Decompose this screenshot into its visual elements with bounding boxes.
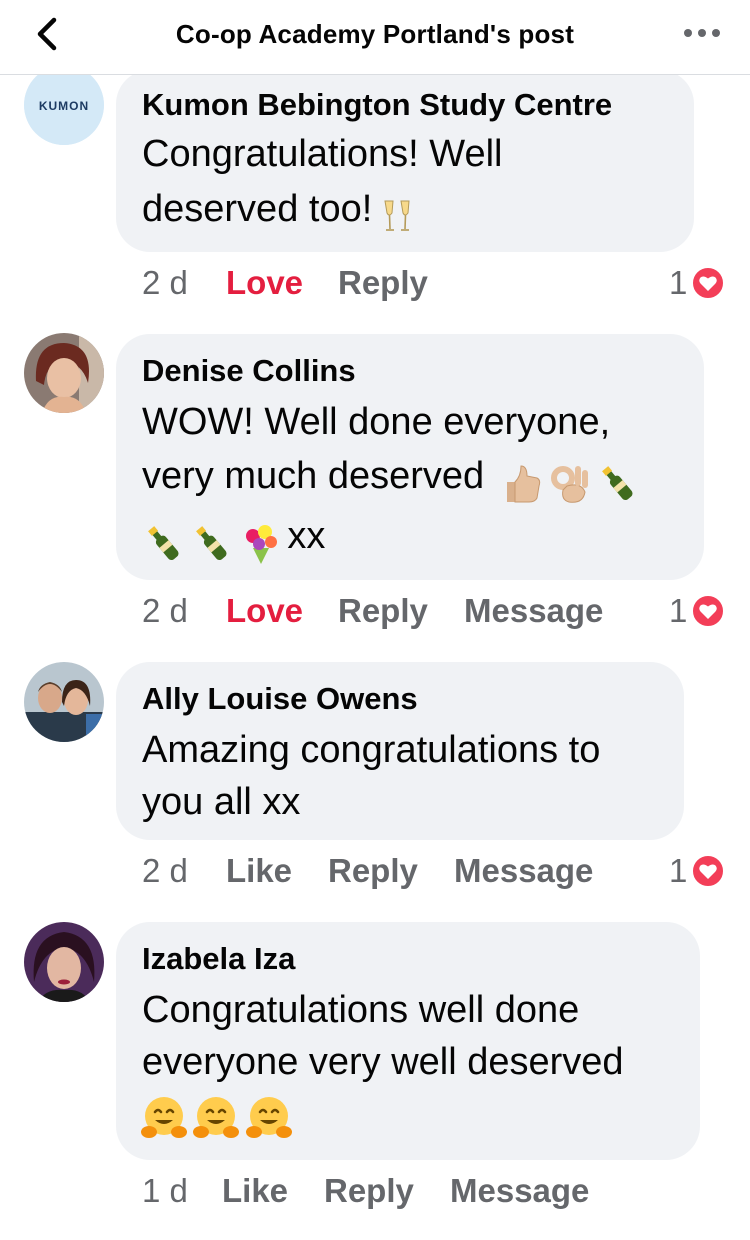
- love-button[interactable]: Love: [226, 264, 303, 302]
- comment-bubble: Denise Collins WOW! Well done everyone, …: [116, 334, 704, 580]
- reaction-count: 1: [669, 264, 688, 301]
- reply-button[interactable]: Reply: [338, 264, 428, 302]
- comment-text-line: you all xx: [142, 781, 301, 823]
- page-title: Co-op Academy Portland's post: [175, 19, 575, 49]
- more-options-icon[interactable]: [680, 18, 724, 48]
- comment-timestamp: 2 d: [142, 592, 188, 629]
- champagne-bottle-emoji-icon: [148, 525, 179, 560]
- kumon-logo-icon: KUMON: [24, 65, 104, 145]
- avatar[interactable]: [24, 922, 104, 1002]
- comment-actions: 2 d Love Reply Message 1: [142, 592, 742, 632]
- reaction-count: 1: [669, 852, 688, 889]
- champagne-glasses-emoji-icon: [384, 200, 410, 231]
- comment-author[interactable]: Ally Louise Owens: [142, 681, 418, 717]
- comment-text-row: [140, 1094, 293, 1142]
- comment-timestamp: 2 d: [142, 264, 188, 301]
- comment-actions: 1 d Like Reply Message: [142, 1172, 742, 1212]
- reply-button[interactable]: Reply: [338, 592, 428, 630]
- profile-photo-icon: [24, 333, 104, 413]
- comment-text-row: xx: [142, 514, 326, 564]
- hugging-face-emoji-icon: [245, 1097, 292, 1138]
- message-button[interactable]: Message: [450, 1172, 589, 1210]
- comment-actions: 2 d Like Reply Message 1: [142, 852, 742, 892]
- top-bar: Co-op Academy Portland's post: [0, 0, 750, 75]
- like-button[interactable]: Like: [222, 1172, 288, 1210]
- love-reaction-icon: [691, 594, 725, 628]
- comment-text-line: deserved too!: [142, 188, 373, 230]
- champagne-bottle-emoji-icon: [601, 465, 633, 500]
- reply-button[interactable]: Reply: [328, 852, 418, 890]
- ok-hand-emoji-icon: [551, 465, 589, 503]
- svg-text:KUMON: KUMON: [39, 99, 89, 113]
- profile-photo-icon: [24, 922, 104, 1002]
- love-reaction-icon: [691, 854, 725, 888]
- reaction-summary[interactable]: 1: [669, 852, 729, 892]
- comment-author[interactable]: Izabela Iza: [142, 941, 295, 977]
- love-reaction-icon: [691, 266, 725, 300]
- reaction-summary[interactable]: 1: [669, 264, 729, 304]
- comment-actions: 2 d Love Reply 1: [142, 264, 742, 304]
- avatar[interactable]: [24, 333, 104, 413]
- hugging-face-emoji-icon: [193, 1097, 240, 1138]
- avatar[interactable]: [24, 662, 104, 742]
- reaction-summary[interactable]: 1: [669, 592, 729, 632]
- comment-text-row: deserved too!: [142, 187, 417, 231]
- comment-timestamp: 1 d: [142, 1172, 188, 1209]
- comment-text-row: very much deserved: [142, 454, 640, 503]
- comment-text-line: Congratulations well done: [142, 989, 580, 1031]
- comment-text-line: Amazing congratulations to: [142, 729, 601, 771]
- comment-bubble: Izabela Iza Congratulations well done ev…: [116, 922, 700, 1160]
- thumbs-up-emoji-icon: [506, 465, 540, 503]
- reply-button[interactable]: Reply: [324, 1172, 414, 1210]
- message-button[interactable]: Message: [454, 852, 593, 890]
- like-button[interactable]: Like: [226, 852, 292, 890]
- comment-text-line: xx: [287, 515, 326, 557]
- comment-text-line: very much deserved: [142, 455, 485, 497]
- comment-timestamp: 2 d: [142, 852, 188, 889]
- champagne-bottle-emoji-icon: [196, 525, 227, 560]
- avatar[interactable]: KUMON: [24, 65, 104, 145]
- comment-bubble: Ally Louise Owens Amazing congratulation…: [116, 662, 684, 840]
- comment-bubble: Kumon Bebington Study Centre Congratulat…: [116, 70, 694, 252]
- comment-author[interactable]: Denise Collins: [142, 353, 356, 389]
- message-button[interactable]: Message: [464, 592, 603, 630]
- comment-text-line: everyone very well deserved: [142, 1041, 624, 1083]
- comment-author[interactable]: Kumon Bebington Study Centre: [142, 87, 612, 123]
- profile-photo-icon: [24, 662, 104, 742]
- comment-text-line: Congratulations! Well: [142, 133, 503, 175]
- reaction-count: 1: [669, 592, 688, 629]
- comment-text-line: WOW! Well done everyone,: [142, 401, 611, 443]
- hugging-face-emoji-icon: [141, 1097, 187, 1138]
- love-button[interactable]: Love: [226, 592, 303, 630]
- bouquet-emoji-icon: [245, 524, 277, 564]
